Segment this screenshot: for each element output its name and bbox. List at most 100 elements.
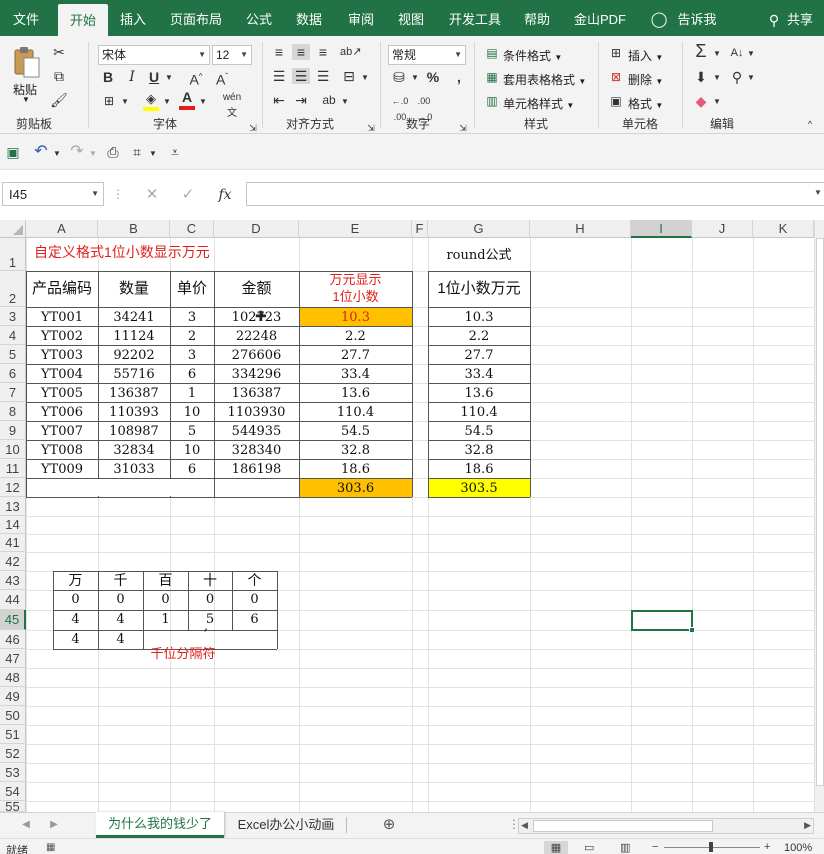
format-painter-icon[interactable]: 🖌 (50, 92, 68, 108)
paste-dropdown-arrow[interactable]: ▼ (22, 95, 30, 104)
chevron-down-icon[interactable]: ▼ (712, 46, 722, 62)
expand-formula-icon[interactable]: ▼ (814, 188, 824, 197)
tab-view[interactable]: 视图 (388, 0, 434, 36)
clear-icon[interactable]: ◆ (692, 93, 710, 109)
font-name-combo[interactable]: 宋体 ▼ (98, 45, 210, 65)
scroll-sheet-right-icon[interactable]: ▶ (48, 817, 60, 833)
chevron-down-icon[interactable]: ▼ (410, 70, 420, 86)
page-layout-view-icon[interactable]: ▭ (584, 841, 594, 854)
paste-icon[interactable] (10, 46, 42, 80)
share-button[interactable]: 共享 (782, 0, 818, 36)
tab-developer[interactable]: 开发工具 (440, 0, 510, 36)
comma-style-icon[interactable]: , (450, 69, 468, 85)
zoom-level[interactable]: 100% (784, 842, 812, 854)
underline-icon[interactable]: U (146, 69, 162, 85)
tell-me-box[interactable]: 告诉我 (672, 0, 722, 36)
sort-filter-icon[interactable]: A↓ (728, 45, 746, 61)
fill-down-icon[interactable]: ⬇ (692, 69, 710, 85)
normal-view-icon[interactable]: ▦ (544, 841, 568, 854)
increase-indent-icon[interactable]: ⇥ (292, 92, 310, 108)
align-center-icon[interactable]: ☰ (292, 68, 310, 84)
active-cell-i45[interactable] (631, 610, 695, 633)
scroll-sheet-left-icon[interactable]: ◀ (20, 817, 32, 833)
tab-home[interactable]: 开始 (58, 4, 108, 40)
cell-styles-button[interactable]: 单元格样式 ▼ (503, 95, 574, 112)
zoom-slider[interactable] (664, 842, 760, 852)
redo-icon[interactable]: ↷ (68, 144, 86, 160)
save-icon[interactable]: ▣ (4, 144, 22, 160)
align-right-icon[interactable]: ☰ (314, 68, 332, 84)
cut-icon[interactable]: ✂ (50, 44, 68, 60)
bold-icon[interactable]: B (100, 69, 116, 85)
chevron-down-icon[interactable]: ▼ (120, 94, 130, 110)
format-as-table-button[interactable]: 套用表格格式 ▼ (503, 71, 586, 88)
orientation-icon[interactable]: ab↗ (340, 44, 361, 60)
percent-icon[interactable]: % (424, 69, 442, 85)
tab-file[interactable]: 文件 (0, 0, 52, 36)
enter-icon[interactable]: ✓ (178, 187, 198, 203)
chevron-down-icon[interactable]: ▼ (198, 94, 208, 110)
copy-icon[interactable]: ⧉ (50, 68, 68, 84)
conditional-format-button[interactable]: 条件格式 ▼ (503, 47, 562, 64)
fill-color-icon[interactable]: ◈ (142, 90, 160, 112)
border-icon[interactable]: ⊞ (100, 93, 118, 109)
chevron-down-icon[interactable]: ▼ (360, 70, 370, 86)
page-break-view-icon[interactable]: ▥ (620, 841, 630, 854)
chevron-down-icon[interactable]: ▼ (164, 70, 174, 86)
tab-kingsoft-pdf[interactable]: 金山PDF (568, 0, 632, 36)
tab-review[interactable]: 审阅 (338, 0, 384, 36)
chevron-down-icon[interactable]: ▼ (746, 46, 756, 62)
format-cells-button[interactable]: 格式 ▼ (628, 95, 663, 112)
decrease-indent-icon[interactable]: ⇤ (270, 92, 288, 108)
sheet-tab-excel-animation[interactable]: Excel办公小动画 (226, 814, 346, 836)
tab-data[interactable]: 数据 (286, 0, 332, 36)
zoom-out-icon[interactable]: − (652, 841, 658, 853)
splitter-dots[interactable]: ⋮ (508, 817, 520, 831)
tab-page-layout[interactable]: 页面布局 (160, 0, 232, 36)
chevron-down-icon[interactable]: ▼ (712, 70, 722, 86)
autosum-icon[interactable]: Σ (692, 42, 710, 60)
screenshot-icon[interactable]: ⌗ (128, 144, 146, 160)
align-bottom-icon[interactable]: ≡ (314, 44, 332, 60)
chevron-down-icon[interactable]: ▼ (712, 94, 722, 110)
chevron-down-icon[interactable]: ▼ (52, 146, 62, 162)
chevron-down-icon[interactable]: ▼ (148, 146, 158, 162)
chevron-down-icon[interactable]: ▼ (162, 94, 172, 110)
align-left-icon[interactable]: ☰ (270, 68, 288, 84)
decrease-font-icon[interactable]: Aˇ (214, 69, 230, 88)
undo-icon[interactable]: ↶ (32, 144, 50, 160)
print-preview-icon[interactable]: ⎙ (104, 144, 122, 160)
phonetic-icon[interactable]: wén 文 (220, 90, 244, 122)
align-middle-icon[interactable]: ≡ (292, 44, 310, 60)
sheet-tab-active[interactable]: 为什么我的钱少了 (96, 812, 224, 838)
zoom-in-icon[interactable]: + (764, 841, 770, 853)
formula-input[interactable] (246, 182, 824, 206)
align-top-icon[interactable]: ≡ (270, 44, 288, 60)
customize-qat-icon[interactable]: ⩡ (168, 144, 182, 160)
insert-function-icon[interactable]: fx (214, 187, 236, 203)
insert-cells-button[interactable]: 插入 ▼ (628, 47, 663, 64)
collapse-ribbon-icon[interactable]: ^ (804, 116, 816, 132)
horizontal-scrollbar[interactable]: ◀ ▶ (518, 818, 814, 834)
chevron-down-icon[interactable]: ▼ (340, 94, 350, 110)
italic-icon[interactable]: I (124, 69, 140, 85)
add-sheet-icon[interactable]: ⊕ (380, 817, 398, 833)
splitter-dots[interactable]: ⋮ (112, 184, 124, 204)
tab-help[interactable]: 帮助 (514, 0, 560, 36)
vertical-scrollbar[interactable] (814, 220, 824, 812)
tab-insert[interactable]: 插入 (110, 0, 156, 36)
merge-center-icon[interactable]: ⊟ (340, 68, 358, 84)
wrap-text-icon[interactable]: ab (320, 92, 338, 108)
delete-cells-button[interactable]: 删除 ▼ (628, 71, 663, 88)
macro-record-icon[interactable]: ▦ (46, 842, 55, 853)
tab-formulas[interactable]: 公式 (236, 0, 282, 36)
currency-icon[interactable]: ⛁ (390, 69, 408, 85)
find-select-icon[interactable]: ⚲ (728, 69, 746, 85)
font-size-combo[interactable]: 12 ▼ (212, 45, 252, 65)
chevron-down-icon[interactable]: ▼ (88, 146, 98, 162)
chevron-down-icon[interactable]: ▼ (746, 70, 756, 86)
name-box[interactable]: I45 ▼ (2, 182, 104, 206)
font-color-icon[interactable]: A (178, 89, 196, 111)
worksheet-grid[interactable]: A B C D E F G H I J K 1 2 3 4 5 6 7 8 9 10 11 12 13 1… (0, 220, 824, 812)
cancel-icon[interactable]: ✕ (142, 187, 162, 203)
